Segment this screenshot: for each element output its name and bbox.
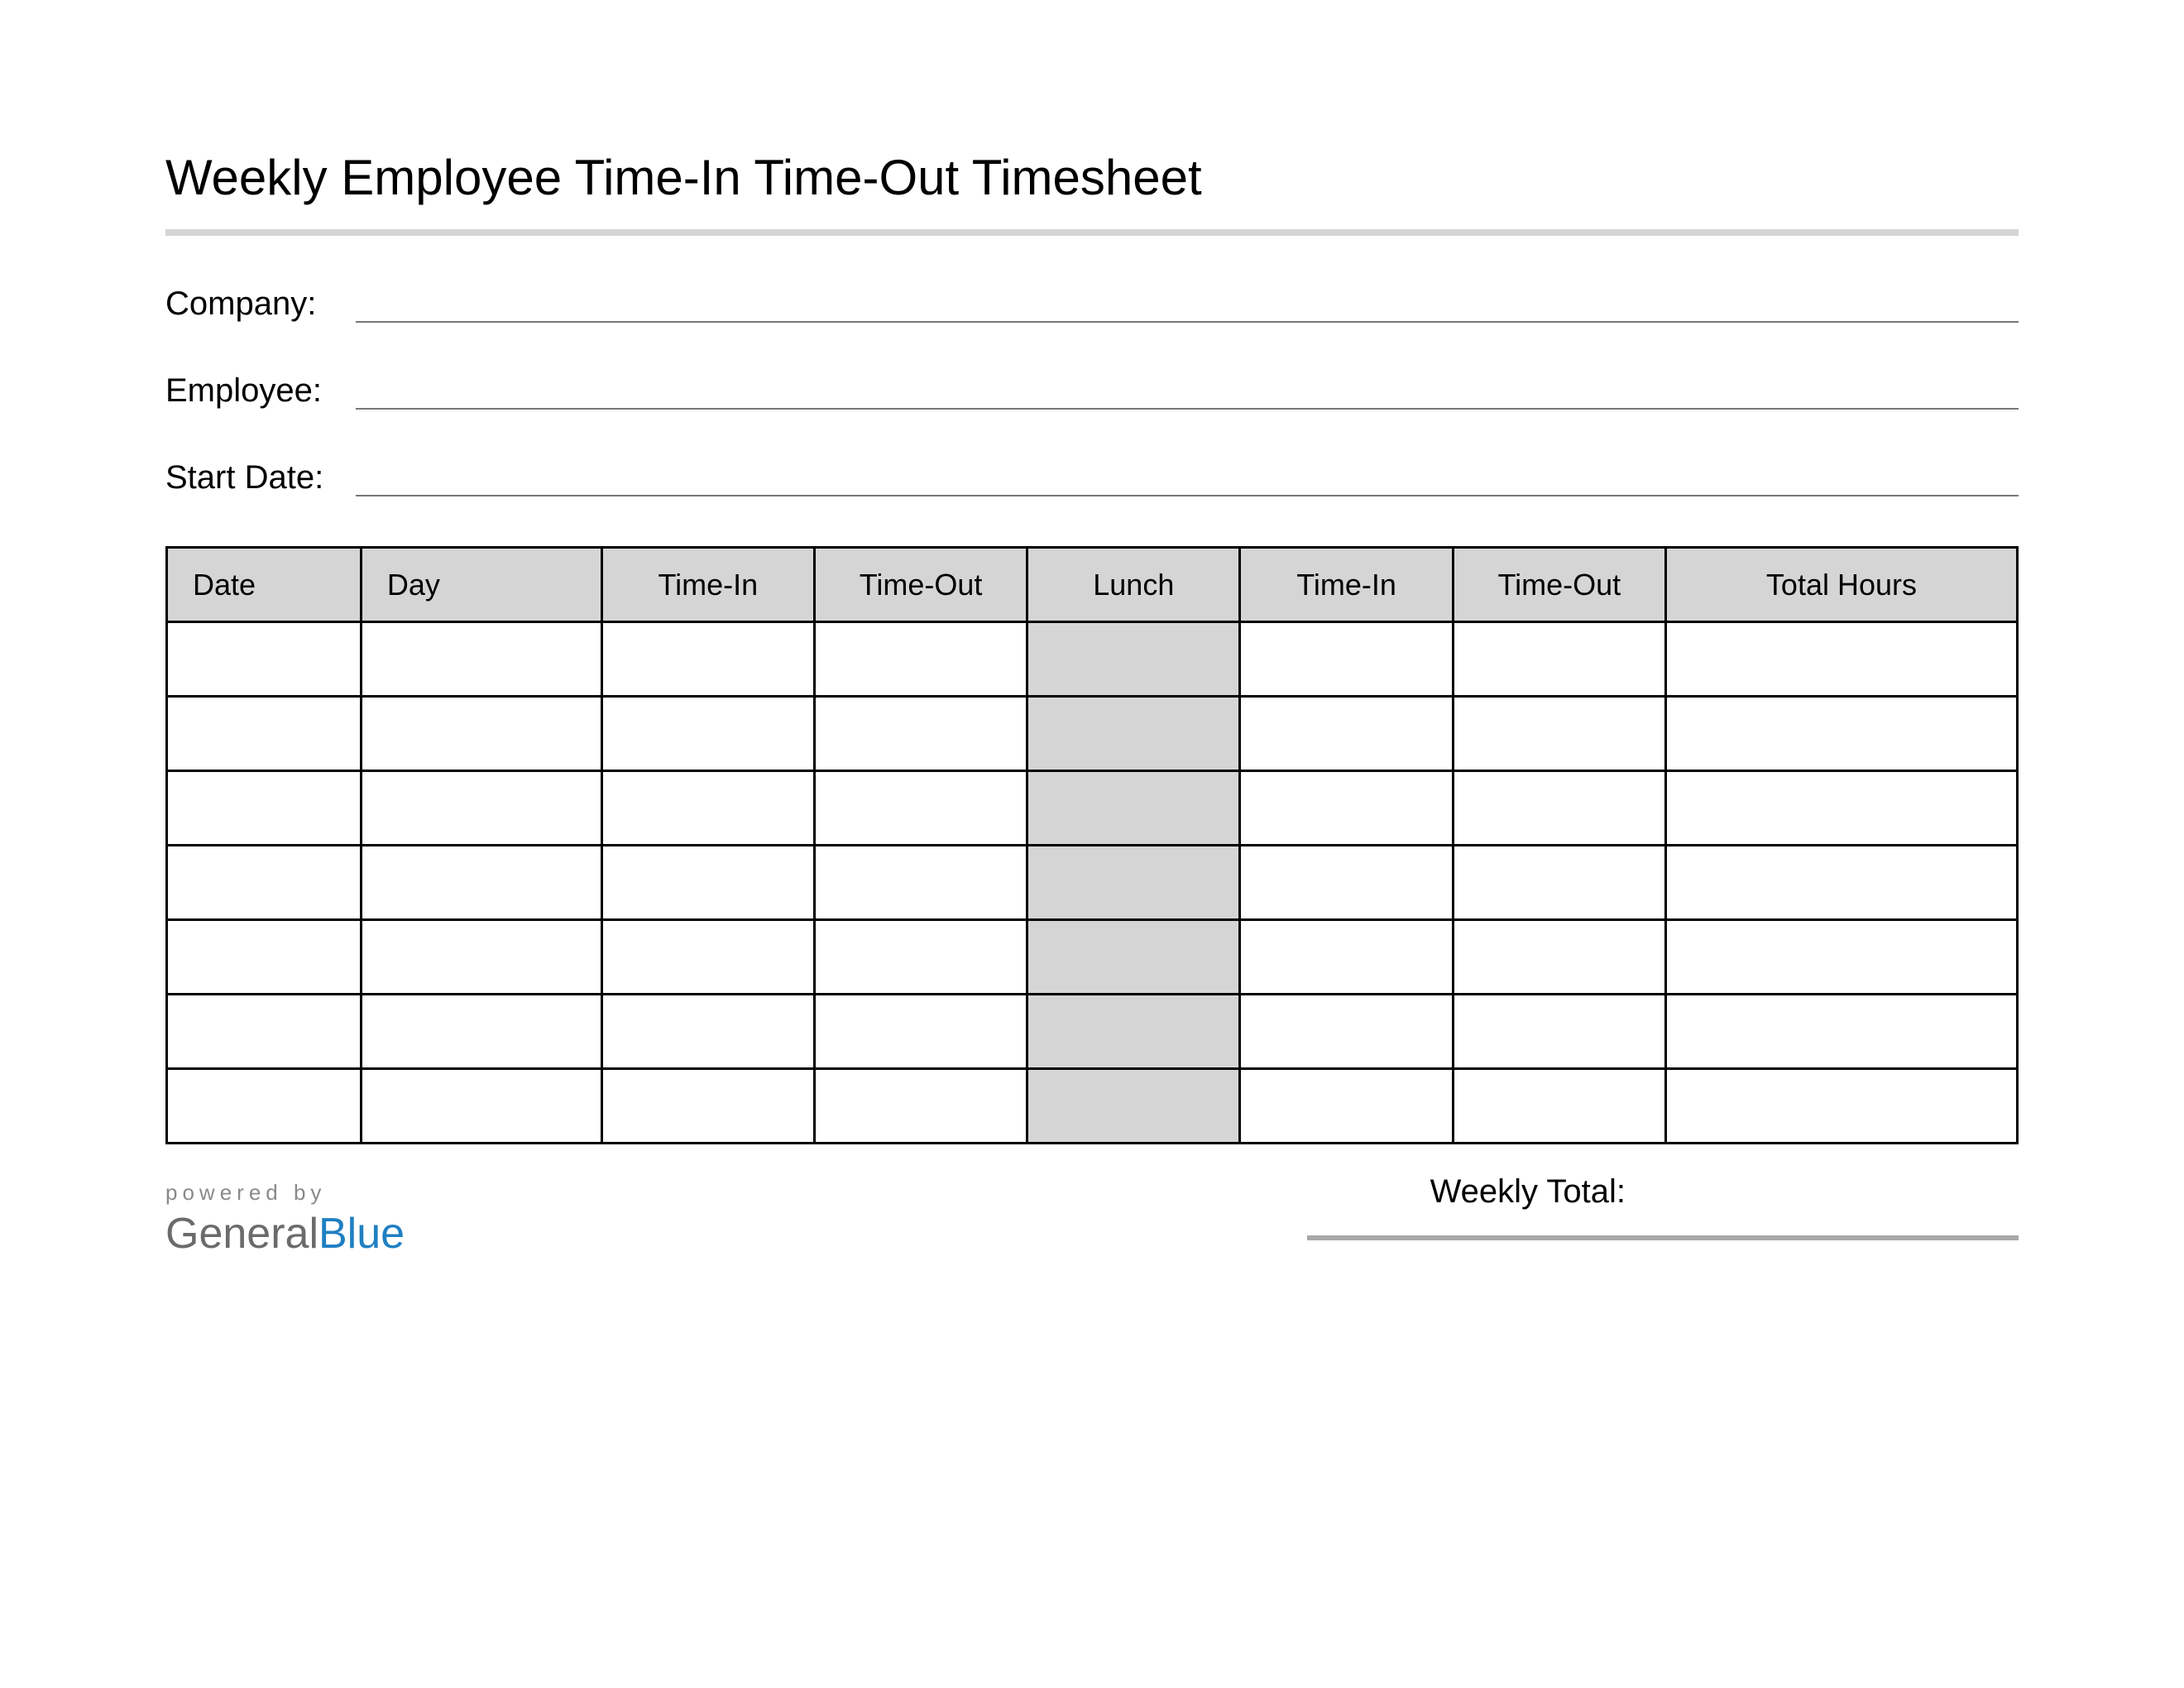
powered-by-block: powered by GeneralBlue [165,1173,405,1259]
table-row [167,622,2018,697]
cell-lunch[interactable] [1027,622,1240,697]
header-date: Date [167,548,362,622]
cell-day[interactable] [361,846,601,920]
title-divider [165,229,2019,236]
employee-row: Employee: [165,372,2019,410]
brand-general: General [165,1210,318,1258]
cell-lunch[interactable] [1027,995,1240,1069]
cell-date[interactable] [167,771,362,846]
cell-time-in-2[interactable] [1240,771,1453,846]
cell-total-hours[interactable] [1665,995,2017,1069]
cell-time-in-2[interactable] [1240,846,1453,920]
cell-time-out-2[interactable] [1453,697,1665,771]
cell-lunch[interactable] [1027,771,1240,846]
header-total-hours: Total Hours [1665,548,2017,622]
company-row: Company: [165,285,2019,323]
header-time-in-2: Time-In [1240,548,1453,622]
cell-time-in-2[interactable] [1240,920,1453,995]
cell-time-in-2[interactable] [1240,995,1453,1069]
header-lunch: Lunch [1027,548,1240,622]
brand-logo: GeneralBlue [165,1209,405,1259]
cell-total-hours[interactable] [1665,920,2017,995]
cell-time-out-1[interactable] [814,771,1027,846]
cell-date[interactable] [167,995,362,1069]
cell-time-in-2[interactable] [1240,1069,1453,1144]
cell-time-out-1[interactable] [814,920,1027,995]
page-title: Weekly Employee Time-In Time-Out Timeshe… [165,149,2019,206]
cell-total-hours[interactable] [1665,1069,2017,1144]
cell-time-out-1[interactable] [814,846,1027,920]
cell-lunch[interactable] [1027,1069,1240,1144]
header-time-out-1: Time-Out [814,548,1027,622]
cell-date[interactable] [167,622,362,697]
cell-total-hours[interactable] [1665,846,2017,920]
table-body [167,622,2018,1144]
weekly-total-line [1307,1235,2019,1240]
timesheet-table: Date Day Time-In Time-Out Lunch Time-In … [165,546,2019,1144]
cell-time-out-1[interactable] [814,622,1027,697]
cell-time-out-2[interactable] [1453,622,1665,697]
cell-date[interactable] [167,920,362,995]
cell-lunch[interactable] [1027,846,1240,920]
header-time-out-2: Time-Out [1453,548,1665,622]
cell-time-out-2[interactable] [1453,1069,1665,1144]
brand-blue: Blue [318,1210,405,1258]
cell-time-in-2[interactable] [1240,622,1453,697]
cell-day[interactable] [361,697,601,771]
table-row [167,771,2018,846]
employee-field[interactable] [356,376,2019,410]
cell-time-in-1[interactable] [601,995,814,1069]
cell-lunch[interactable] [1027,920,1240,995]
header-day: Day [361,548,601,622]
cell-total-hours[interactable] [1665,622,2017,697]
cell-time-out-2[interactable] [1453,771,1665,846]
weekly-total-label: Weekly Total: [1430,1173,2019,1211]
cell-time-in-1[interactable] [601,771,814,846]
cell-time-out-1[interactable] [814,697,1027,771]
table-row [167,995,2018,1069]
company-label: Company: [165,285,356,323]
cell-time-out-1[interactable] [814,1069,1027,1144]
cell-date[interactable] [167,697,362,771]
cell-day[interactable] [361,920,601,995]
cell-time-in-1[interactable] [601,1069,814,1144]
start-date-field[interactable] [356,463,2019,496]
table-row [167,846,2018,920]
cell-time-in-1[interactable] [601,697,814,771]
cell-time-out-2[interactable] [1453,995,1665,1069]
cell-date[interactable] [167,1069,362,1144]
cell-time-out-2[interactable] [1453,920,1665,995]
start-date-row: Start Date: [165,459,2019,496]
cell-day[interactable] [361,1069,601,1144]
cell-time-out-2[interactable] [1453,846,1665,920]
cell-time-in-1[interactable] [601,846,814,920]
cell-day[interactable] [361,995,601,1069]
start-date-label: Start Date: [165,459,356,496]
cell-total-hours[interactable] [1665,697,2017,771]
cell-time-out-1[interactable] [814,995,1027,1069]
table-row [167,1069,2018,1144]
weekly-total-block: Weekly Total: [1307,1173,2019,1240]
cell-day[interactable] [361,622,601,697]
cell-date[interactable] [167,846,362,920]
employee-label: Employee: [165,372,356,410]
cell-time-in-1[interactable] [601,622,814,697]
footer: powered by GeneralBlue Weekly Total: [165,1173,2019,1259]
cell-lunch[interactable] [1027,697,1240,771]
company-field[interactable] [356,290,2019,323]
table-row [167,920,2018,995]
header-time-in-1: Time-In [601,548,814,622]
cell-total-hours[interactable] [1665,771,2017,846]
cell-time-in-1[interactable] [601,920,814,995]
cell-time-in-2[interactable] [1240,697,1453,771]
table-row [167,697,2018,771]
powered-by-text: powered by [165,1180,405,1206]
table-header-row: Date Day Time-In Time-Out Lunch Time-In … [167,548,2018,622]
cell-day[interactable] [361,771,601,846]
